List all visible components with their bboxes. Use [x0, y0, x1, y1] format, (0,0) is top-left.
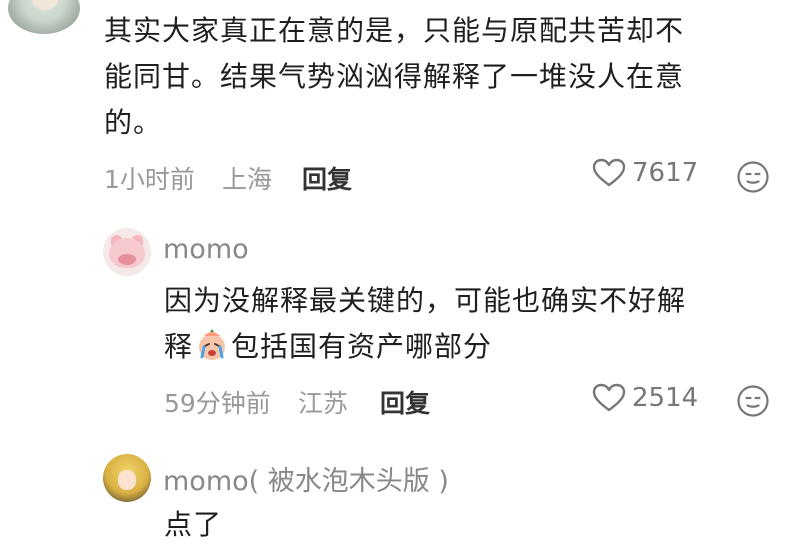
like-button[interactable]: 7617: [592, 158, 698, 188]
comment-location: 江苏: [298, 389, 349, 418]
comment-text: 其实大家真正在意的是，只能与原配共苦却不 能同甘。结果气势汹汹得解释了一堆没人在…: [104, 8, 684, 146]
like-count: 2514: [632, 383, 699, 413]
smiley-icon[interactable]: [736, 384, 770, 422]
avatar[interactable]: [103, 454, 151, 502]
reply-button[interactable]: 回复: [302, 160, 352, 196]
like-count: 7617: [632, 158, 699, 188]
heart-outline-icon: [592, 158, 626, 187]
avatar-face: [118, 470, 136, 490]
reply-button[interactable]: 回复: [380, 384, 430, 420]
avatar-snout: [118, 254, 136, 265]
comment-line: 点了: [164, 508, 223, 541]
comment-fragment: 包括国有资产哪部分: [231, 330, 493, 363]
avatar[interactable]: [8, 0, 80, 34]
comment-line: 其实大家真正在意的是，只能与原配共苦却不: [104, 14, 685, 47]
crying-face-emoji: [195, 328, 229, 376]
comment-line: 释 包括国有资产哪部分: [164, 324, 686, 376]
username[interactable]: momo( 被水泡木头版 ): [163, 459, 449, 498]
heart-outline-icon: [592, 383, 626, 412]
comment-line: 能同甘。结果气势汹汹得解释了一堆没人在意: [104, 60, 685, 93]
comment-location: 上海: [222, 165, 273, 194]
comment-line: 因为没解释最关键的，可能也确实不好解: [164, 284, 687, 317]
avatar[interactable]: [103, 228, 151, 276]
like-button[interactable]: 2514: [592, 383, 698, 413]
smiley-icon[interactable]: [736, 160, 770, 198]
comment-fragment: 释: [164, 330, 194, 363]
comment-time: 59分钟前: [164, 389, 271, 418]
username[interactable]: momo: [163, 234, 249, 265]
comment-time: 1小时前: [104, 165, 195, 194]
comment-text: 因为没解释最关键的，可能也确实不好解 释 包括国有资产哪部分: [164, 278, 686, 376]
comment-text: 点了: [164, 502, 222, 548]
avatar-face: [32, 0, 58, 10]
comment-line: 的。: [104, 106, 163, 139]
